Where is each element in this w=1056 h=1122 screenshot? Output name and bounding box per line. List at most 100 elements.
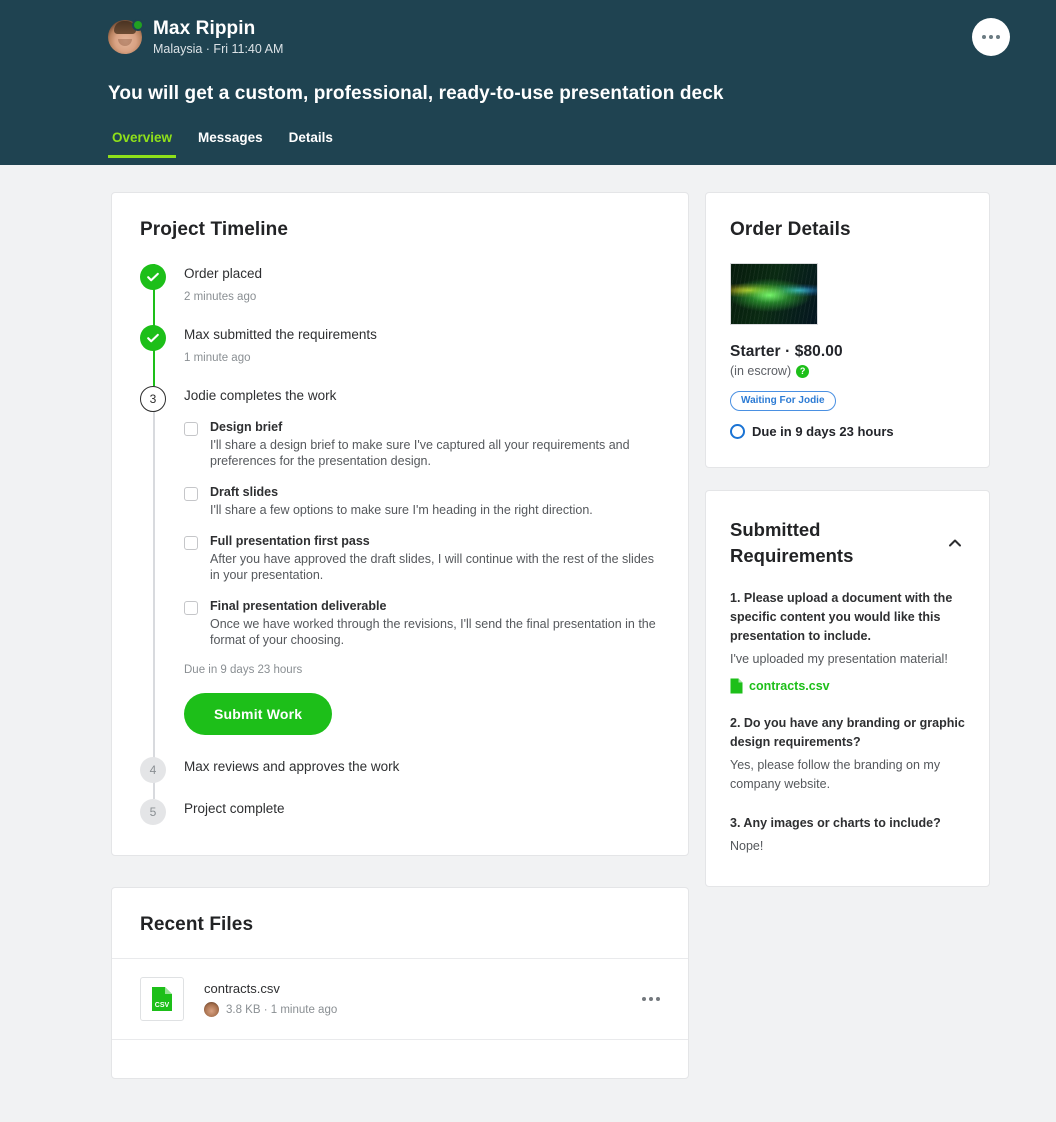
dot [642, 997, 646, 1001]
checklist-item: Draft slides I'll share a few options to… [184, 485, 660, 518]
dot [656, 997, 660, 1001]
status-badge: Waiting For Jodie [730, 391, 836, 411]
requirement-item: 1. Please upload a document with the spe… [730, 589, 965, 694]
step-rail: 5 [140, 799, 176, 825]
checklist-text: Design brief I'll share a design brief t… [210, 420, 656, 469]
file-meta: 3.8 KB · 1 minute ago [204, 1002, 642, 1017]
requirement-question: 3. Any images or charts to include? [730, 816, 941, 830]
step-marker-done [140, 325, 166, 351]
submit-work-button[interactable]: Submit Work [184, 693, 333, 735]
step-title: Project complete [184, 801, 285, 816]
timeline-title: Project Timeline [140, 219, 289, 240]
requirements-header: Submitted Requirements [730, 517, 965, 569]
requirement-question: 1. Please upload a document with the spe… [730, 591, 953, 643]
checklist-desc: Once we have worked through the revision… [210, 617, 656, 647]
step-rail [140, 264, 176, 325]
escrow-label: (in escrow) [730, 364, 792, 378]
files-title: Recent Files [140, 914, 254, 935]
file-icon-box: CSV [140, 977, 184, 1021]
more-options-button[interactable] [972, 18, 1010, 56]
user-location-time: Malaysia · Fri 11:40 AM [153, 42, 284, 56]
file-size-time: 3.8 KB · 1 minute ago [226, 1003, 338, 1016]
step-marker-current: 3 [140, 386, 166, 412]
tab-messages[interactable]: Messages [198, 130, 263, 158]
checkbox-design-brief[interactable] [184, 422, 198, 436]
step-rail: 3 [140, 386, 176, 757]
user-name: Max Rippin [153, 18, 256, 39]
checklist-item: Design brief I'll share a design brief t… [184, 420, 660, 469]
files-footer [112, 1040, 688, 1078]
requirement-answer: I've uploaded my presentation material! [730, 652, 948, 666]
checkbox-draft-slides[interactable] [184, 487, 198, 501]
online-status-icon [132, 19, 144, 31]
timeline-step: Max submitted the requirements 1 minute … [140, 325, 660, 386]
csv-file-icon: CSV [152, 987, 172, 1011]
order-due-text: Due in 9 days 23 hours [752, 424, 894, 439]
thumbnail-rays [731, 264, 817, 324]
checklist-desc: After you have approved the draft slides… [210, 552, 654, 582]
checklist-text: Draft slides I'll share a few options to… [210, 485, 593, 518]
step-title: Order placed [184, 266, 263, 281]
recent-files-card: Recent Files CSV contracts.csv 3.8 KB · … [111, 887, 689, 1079]
checkbox-final-presentation-deliverable[interactable] [184, 601, 198, 615]
check-icon [147, 333, 159, 343]
user-meta: Max Rippin Malaysia · Fri 11:40 AM [153, 18, 283, 56]
timeline-list: Order placed 2 minutes ago Max submitted… [140, 264, 660, 825]
page-body: Project Timeline Order placed 2 minutes … [0, 165, 1056, 1079]
order-due-row: Due in 9 days 23 hours [730, 424, 965, 439]
checklist-text: Final presentation deliverable Once we h… [210, 599, 656, 648]
checklist-label: Final presentation deliverable [210, 599, 387, 613]
timeline-step: 5 Project complete [140, 799, 660, 825]
step-body: Project complete [176, 799, 660, 825]
checklist-label: Draft slides [210, 485, 279, 499]
order-details-title: Order Details [730, 219, 851, 240]
checklist-item: Final presentation deliverable Once we h… [184, 599, 660, 648]
file-name: contracts.csv [204, 981, 280, 996]
dot [989, 35, 993, 39]
step-title: Max submitted the requirements [184, 327, 377, 342]
avatar [108, 19, 144, 54]
seller-summary: Max Rippin Malaysia · Fri 11:40 AM [0, 0, 1056, 56]
check-icon [147, 272, 159, 282]
checkbox-full-presentation-first-pass[interactable] [184, 536, 198, 550]
timeline-due-note: Due in 9 days 23 hours [184, 664, 303, 676]
file-info: contracts.csv 3.8 KB · 1 minute ago [204, 981, 642, 1017]
requirement-item: 3. Any images or charts to include? Nope… [730, 814, 965, 856]
checklist-item: Full presentation first pass After you h… [184, 534, 660, 583]
step-title: Max reviews and approves the work [184, 759, 400, 774]
connector-line [152, 386, 155, 757]
tab-bar: Overview Messages Details [0, 106, 1056, 158]
step-rail [140, 325, 176, 386]
page-header: Max Rippin Malaysia · Fri 11:40 AM You w… [0, 0, 1056, 165]
step-rail: 4 [140, 757, 176, 799]
tab-details[interactable]: Details [289, 130, 333, 158]
step-body: Max reviews and approves the work [176, 757, 660, 799]
step-title: Jodie completes the work [184, 388, 337, 403]
timeline-step-current: 3 Jodie completes the work Design brief … [140, 386, 660, 757]
help-icon[interactable]: ? [796, 364, 810, 378]
requirement-file-name: contracts.csv [749, 679, 830, 693]
dot [996, 35, 1000, 39]
step-marker-done [140, 264, 166, 290]
requirement-file-link[interactable]: contracts.csv [730, 678, 965, 694]
file-options-button[interactable] [642, 997, 660, 1001]
step-body: Order placed 2 minutes ago [176, 264, 660, 325]
escrow-row: (in escrow) ? [730, 364, 965, 378]
chevron-up-icon[interactable] [945, 533, 965, 553]
requirement-item: 2. Do you have any branding or graphic d… [730, 714, 965, 794]
tab-overview[interactable]: Overview [107, 130, 177, 158]
file-icon [730, 678, 743, 694]
checklist-desc: I'll share a design brief to make sure I… [210, 438, 630, 468]
checklist-label: Design brief [210, 420, 283, 434]
step-marker-todo: 4 [140, 757, 166, 783]
gig-thumbnail [730, 263, 818, 325]
requirement-question: 2. Do you have any branding or graphic d… [730, 716, 965, 749]
order-details-card: Order Details Starter · $80.00 (in escro… [705, 192, 990, 468]
order-price: Starter · $80.00 [730, 343, 843, 360]
file-row[interactable]: CSV contracts.csv 3.8 KB · 1 minute ago [112, 958, 688, 1040]
dot [649, 997, 653, 1001]
step-marker-todo: 5 [140, 799, 166, 825]
step-body: Jodie completes the work Design brief I'… [176, 386, 660, 757]
submitted-requirements-card: Submitted Requirements 1. Please upload … [705, 490, 990, 887]
project-timeline-card: Project Timeline Order placed 2 minutes … [111, 192, 689, 856]
